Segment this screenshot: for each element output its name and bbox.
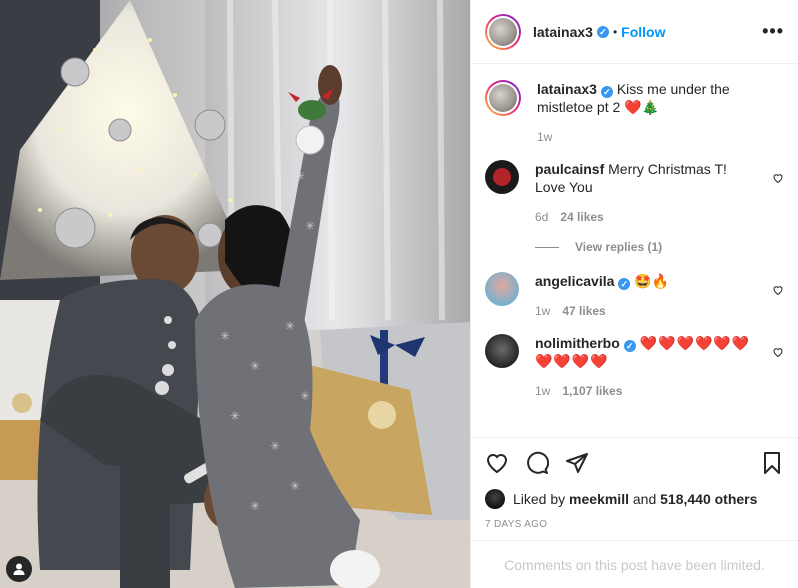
caption-emoji: ❤️🎄: [624, 99, 660, 115]
svg-text:✳: ✳: [285, 319, 295, 333]
commenter-username[interactable]: nolimitherbo: [535, 335, 620, 351]
post-sidebar: latainax3 ✓ • Follow ••• latainax3 ✓ Kiss…: [470, 0, 798, 588]
author-username[interactable]: latainax3: [533, 24, 593, 40]
comment-body: nolimitherbo ✓ ❤️❤️❤️❤️❤️❤️❤️❤️❤️❤️ 1w 1,…: [535, 334, 755, 400]
view-replies-label: View replies (1): [575, 240, 663, 254]
caption-time[interactable]: 1w: [537, 128, 552, 146]
commenter-avatar[interactable]: [485, 160, 519, 194]
caption: latainax3 ✓ Kiss me under the mistletoe p…: [485, 80, 784, 146]
post-timestamp[interactable]: 7 DAYS AGO: [471, 511, 798, 540]
comment-time[interactable]: 1w: [535, 382, 550, 400]
caption-username[interactable]: latainax3: [537, 81, 597, 97]
bookmark-icon[interactable]: [760, 451, 784, 475]
comment-likes[interactable]: 47 likes: [562, 302, 605, 320]
like-heart-icon[interactable]: [485, 451, 509, 475]
follow-button[interactable]: Follow: [621, 24, 665, 40]
verified-icon: ✓: [596, 25, 609, 38]
caption-avatar[interactable]: [485, 80, 521, 116]
comments-list: latainax3 ✓ Kiss me under the mistletoe p…: [471, 64, 798, 437]
caption-body: latainax3 ✓ Kiss me under the mistletoe p…: [537, 80, 757, 146]
comment-body: angelicavila ✓ 🤩🔥 1w 47 likes: [535, 272, 755, 320]
liker-username[interactable]: meekmill: [569, 491, 629, 507]
action-bar: [471, 437, 798, 487]
commenter-username[interactable]: paulcainsf: [535, 161, 604, 177]
replies-line: [535, 246, 559, 248]
svg-text:✳: ✳: [250, 499, 260, 513]
likes-summary: Liked by meekmill and 518,440 others: [471, 487, 798, 511]
comment-item: angelicavila ✓ 🤩🔥 1w 47 likes: [485, 272, 784, 320]
post-header: latainax3 ✓ • Follow •••: [471, 0, 798, 64]
author-avatar[interactable]: [485, 13, 521, 50]
comment-time[interactable]: 1w: [535, 302, 550, 320]
comment-likes[interactable]: 24 likes: [560, 208, 603, 226]
svg-text:✳: ✳: [300, 389, 310, 403]
svg-text:✳: ✳: [220, 329, 230, 343]
comment-icon[interactable]: [525, 451, 549, 475]
svg-text:✳: ✳: [230, 409, 240, 423]
comment-item: nolimitherbo ✓ ❤️❤️❤️❤️❤️❤️❤️❤️❤️❤️ 1w 1,…: [485, 334, 784, 400]
commenter-avatar[interactable]: [485, 334, 519, 368]
likes-prefix: Liked by: [513, 491, 566, 507]
instagram-post: ✳ ✳ ✳ ✳ ✳ ✳ ✳ ✳ ✳ ✳ latainax3 ✓ • Follow…: [0, 0, 798, 588]
svg-text:✳: ✳: [305, 219, 315, 233]
heart-icon[interactable]: [772, 284, 784, 296]
photo-illustration: ✳ ✳ ✳ ✳ ✳ ✳ ✳ ✳ ✳ ✳: [0, 0, 470, 588]
commenter-avatar[interactable]: [485, 272, 519, 306]
post-photo[interactable]: ✳ ✳ ✳ ✳ ✳ ✳ ✳ ✳ ✳ ✳: [0, 0, 470, 588]
svg-text:✳: ✳: [290, 479, 300, 493]
commenter-username[interactable]: angelicavila: [535, 273, 614, 289]
view-replies-button[interactable]: View replies (1): [535, 240, 784, 254]
likes-and: and: [632, 491, 657, 507]
svg-text:✳: ✳: [250, 359, 260, 373]
more-icon[interactable]: •••: [762, 21, 784, 42]
svg-text:✳: ✳: [295, 169, 305, 183]
comment-text: 🤩🔥: [634, 273, 670, 289]
comment-body: paulcainsf Merry Christmas T! Love You 6…: [535, 160, 755, 226]
user-tag-icon[interactable]: [6, 556, 32, 582]
verified-icon: ✓: [623, 340, 636, 352]
comments-limited-notice: Comments on this post have been limited.: [471, 540, 798, 588]
verified-icon: ✓: [600, 86, 613, 98]
likes-others[interactable]: 518,440 others: [660, 491, 757, 507]
header-separator: •: [612, 24, 618, 39]
user-icon: [13, 563, 25, 575]
share-icon[interactable]: [565, 451, 589, 475]
comment-item: paulcainsf Merry Christmas T! Love You 6…: [485, 160, 784, 226]
comment-likes[interactable]: 1,107 likes: [562, 382, 622, 400]
verified-icon: ✓: [618, 278, 631, 290]
svg-text:✳: ✳: [270, 439, 280, 453]
heart-icon[interactable]: [772, 346, 784, 358]
liker-avatar[interactable]: [485, 489, 505, 509]
comment-time[interactable]: 6d: [535, 208, 548, 226]
heart-icon[interactable]: [772, 172, 784, 184]
